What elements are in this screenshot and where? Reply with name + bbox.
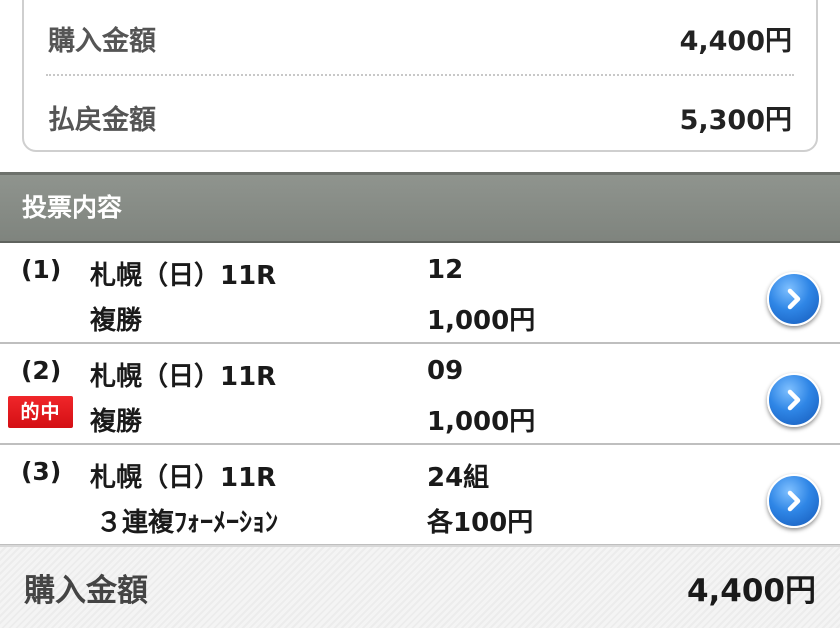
chevron-right-icon xyxy=(787,288,801,310)
bet-type: ３連複ﾌｫｰﾒｰｼｮﾝ xyxy=(96,508,279,538)
payout-amount-value: 5,300円 xyxy=(679,104,792,136)
purchase-amount-value: 4,400円 xyxy=(679,25,792,57)
bet-type: 複勝 xyxy=(90,407,143,437)
summary-divider xyxy=(46,74,794,76)
footer-total-value: 4,400円 xyxy=(686,573,816,609)
bet-race: 札幌（日）11R xyxy=(90,463,277,493)
purchase-amount-row: 購入金額 4,400円 xyxy=(24,8,816,68)
bet-index: (1) xyxy=(21,255,62,284)
hit-badge: 的中 xyxy=(8,396,73,428)
chevron-right-icon xyxy=(787,389,801,411)
payout-amount-row: 払戻金額 5,300円 xyxy=(24,87,816,147)
section-header: 投票内容 xyxy=(0,172,840,243)
bet-selection: 12 xyxy=(427,255,464,285)
bet-amount: 1,000円 xyxy=(427,306,536,336)
detail-button[interactable] xyxy=(767,272,821,326)
footer-total-label: 購入金額 xyxy=(24,573,148,609)
footer-total-row: 購入金額 4,400円 xyxy=(0,545,840,628)
detail-button[interactable] xyxy=(767,373,821,427)
bet-race: 札幌（日）11R xyxy=(90,362,277,392)
bet-amount: 1,000円 xyxy=(427,407,536,437)
bet-row[interactable]: (2) 的中 札幌（日）11R 複勝 09 1,000円 xyxy=(0,344,840,445)
bet-type: 複勝 xyxy=(90,306,143,336)
chevron-right-icon xyxy=(787,490,801,512)
payout-amount-label: 払戻金額 xyxy=(48,104,156,136)
bet-selection: 09 xyxy=(427,356,464,386)
bet-row[interactable]: (3) 札幌（日）11R ３連複ﾌｫｰﾒｰｼｮﾝ 24組 各100円 xyxy=(0,445,840,546)
summary-card: 購入金額 4,400円 払戻金額 5,300円 xyxy=(22,0,818,152)
bet-row[interactable]: (1) 札幌（日）11R 複勝 12 1,000円 xyxy=(0,243,840,344)
bet-race: 札幌（日）11R xyxy=(90,261,277,291)
detail-button[interactable] xyxy=(767,474,821,528)
bet-selection: 24組 xyxy=(427,463,490,493)
bet-index: (2) xyxy=(21,356,62,385)
purchase-amount-label: 購入金額 xyxy=(48,25,156,57)
bet-amount: 各100円 xyxy=(427,508,534,538)
bet-index: (3) xyxy=(21,457,62,486)
